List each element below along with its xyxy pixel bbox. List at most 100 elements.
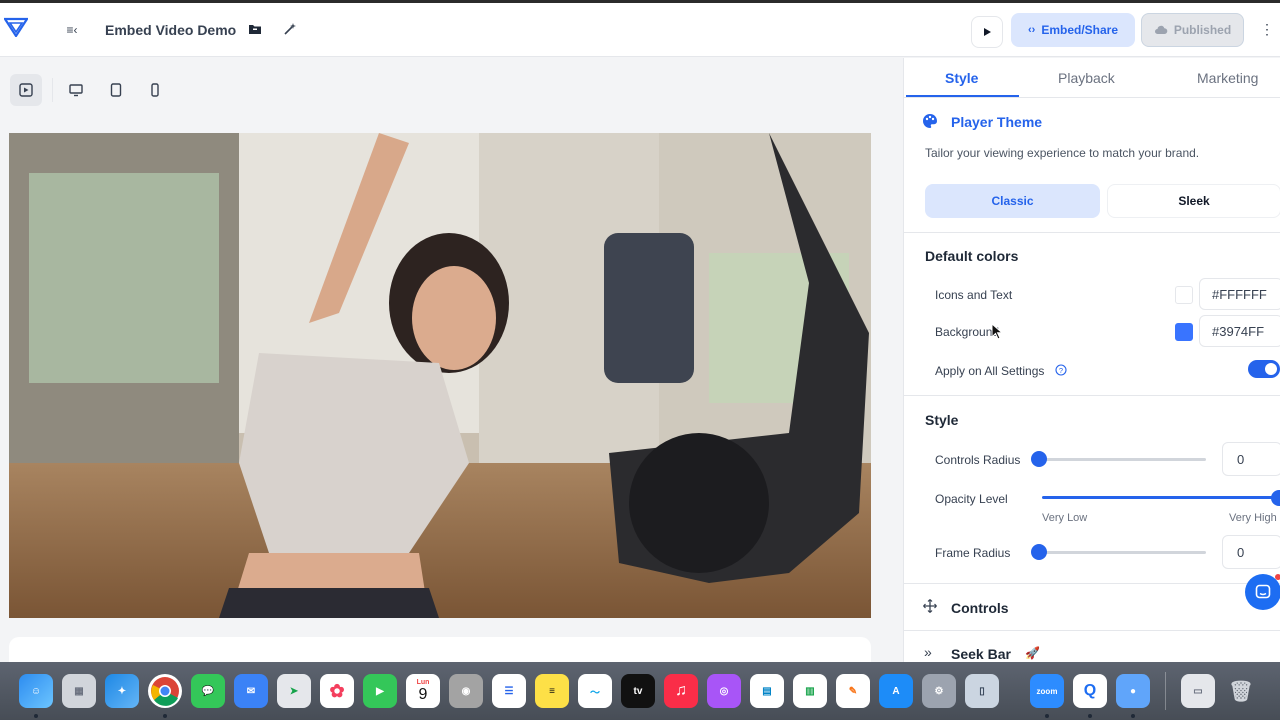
notes-icon[interactable]: ≡ xyxy=(535,674,569,708)
icons-text-color-swatch[interactable] xyxy=(1175,286,1193,304)
video-frame-image xyxy=(9,133,871,618)
apply-all-toggle[interactable] xyxy=(1248,360,1280,378)
video-player-preview[interactable] xyxy=(9,133,871,618)
folder-icon[interactable] xyxy=(248,22,262,36)
tab-style[interactable]: Style xyxy=(945,70,978,86)
chrome-logo xyxy=(151,677,179,706)
background-color-input[interactable]: #3974FF xyxy=(1199,315,1280,347)
calendar-month: Lun xyxy=(416,678,430,686)
palette-icon xyxy=(923,114,937,128)
reminders-icon[interactable]: ☰ xyxy=(492,674,526,708)
frame-radius-slider-handle[interactable] xyxy=(1031,544,1047,560)
settings-tabs: Style Playback Marketing xyxy=(904,58,1280,98)
iphone-mirroring-icon[interactable]: ▯ xyxy=(965,674,999,708)
more-options-icon[interactable]: ⋮ xyxy=(1258,21,1276,41)
top-bar: ≡‹ Embed Video Demo ‹› Embed/Share Publi… xyxy=(0,3,1280,57)
launchpad-icon[interactable]: ▦ xyxy=(62,674,96,708)
theme-sleek-option[interactable]: Sleek xyxy=(1107,184,1280,218)
tab-marketing[interactable]: Marketing xyxy=(1197,70,1258,86)
mouse-cursor-icon xyxy=(991,323,1003,340)
collapse-sidebar-icon[interactable]: ≡‹ xyxy=(60,19,84,41)
app-logo-icon[interactable] xyxy=(4,17,28,37)
trash-icon[interactable]: 🗑 xyxy=(1224,674,1258,708)
preview-play-button[interactable] xyxy=(971,16,1003,48)
freeform-icon[interactable]: 〜 xyxy=(578,674,612,708)
opacity-level-slider[interactable] xyxy=(1042,496,1280,499)
magic-wand-icon[interactable] xyxy=(282,21,298,37)
preview-icon xyxy=(19,83,33,97)
toggle-knob xyxy=(1265,363,1277,375)
page-title[interactable]: Embed Video Demo xyxy=(105,22,236,38)
style-section-title: Style xyxy=(925,412,959,428)
help-icon[interactable]: ? xyxy=(1055,364,1067,376)
play-icon xyxy=(984,28,991,36)
photos-icon[interactable]: ✿ xyxy=(320,674,354,708)
maps-icon[interactable]: ➤ xyxy=(277,674,311,708)
mobile-icon xyxy=(151,83,159,97)
keynote-icon[interactable]: ▤ xyxy=(750,674,784,708)
divider xyxy=(904,630,1280,631)
settings-panel: Style Playback Marketing Player Theme Ta… xyxy=(903,58,1280,678)
support-chat-button[interactable] xyxy=(1245,574,1280,610)
divider xyxy=(904,583,1280,584)
podcasts-icon[interactable]: ◎ xyxy=(707,674,741,708)
default-colors-title: Default colors xyxy=(925,248,1019,264)
pages-icon[interactable]: ✎ xyxy=(836,674,870,708)
frame-radius-label: Frame Radius xyxy=(935,546,1011,560)
apple-tv-label: tv xyxy=(633,685,643,697)
apple-tv-icon[interactable]: tv xyxy=(621,674,655,708)
tab-playback[interactable]: Playback xyxy=(1058,70,1115,86)
preview-mode-button[interactable] xyxy=(10,74,42,106)
mobile-view-button[interactable] xyxy=(139,74,171,106)
controls-section-title[interactable]: Controls xyxy=(951,600,1009,616)
screen-recorder-icon[interactable]: ● xyxy=(1116,674,1150,708)
published-label: Published xyxy=(1173,23,1232,37)
rocket-icon: 🚀 xyxy=(1025,646,1040,660)
calendar-icon[interactable]: Lun 9 xyxy=(406,674,440,708)
seek-bar-expand-icon[interactable]: » xyxy=(924,644,932,660)
messages-icon[interactable]: 💬 xyxy=(191,674,225,708)
background-color-swatch[interactable] xyxy=(1175,323,1193,341)
opacity-low-label: Very Low xyxy=(1042,512,1088,524)
active-tab-indicator xyxy=(906,95,1019,97)
facetime-icon[interactable]: ▶ xyxy=(363,674,397,708)
player-theme-title[interactable]: Player Theme xyxy=(951,114,1042,130)
opacity-level-slider-handle[interactable] xyxy=(1271,490,1280,506)
icons-text-label: Icons and Text xyxy=(935,288,1013,302)
numbers-icon[interactable]: ▥ xyxy=(793,674,827,708)
theme-classic-option[interactable]: Classic xyxy=(925,184,1100,218)
controls-radius-slider-handle[interactable] xyxy=(1031,451,1047,467)
desktop-view-button[interactable] xyxy=(60,74,92,106)
cloud-icon xyxy=(1154,25,1168,34)
tablet-view-button[interactable] xyxy=(100,74,132,106)
app-store-icon[interactable]: A xyxy=(879,674,913,708)
quicktime-icon[interactable]: Q xyxy=(1073,674,1107,708)
frame-radius-input[interactable]: 0 xyxy=(1222,535,1280,569)
controls-radius-slider[interactable] xyxy=(1038,458,1206,461)
opacity-level-label: Opacity Level xyxy=(935,492,1008,506)
apply-all-label: Apply on All Settings xyxy=(935,364,1045,378)
chrome-icon[interactable] xyxy=(148,674,182,708)
zoom-icon[interactable]: zoom xyxy=(1030,674,1064,708)
embed-share-button[interactable]: ‹› Embed/Share xyxy=(1011,13,1135,47)
music-icon[interactable]: ♫ xyxy=(664,674,698,708)
published-button[interactable]: Published xyxy=(1141,13,1244,47)
controls-radius-input[interactable]: 0 xyxy=(1222,442,1280,476)
divider xyxy=(904,395,1280,396)
finder-icon[interactable]: ☺ xyxy=(19,674,53,708)
safari-icon[interactable]: ✦ xyxy=(105,674,139,708)
opacity-high-label: Very High xyxy=(1229,512,1277,524)
downloads-stack-icon[interactable]: ▭ xyxy=(1181,674,1215,708)
dock-separator xyxy=(1165,672,1166,710)
zoom-label: zoom xyxy=(1036,686,1058,696)
system-settings-icon[interactable]: ⚙ xyxy=(922,674,956,708)
contacts-icon[interactable]: ◉ xyxy=(449,674,483,708)
divider xyxy=(904,232,1280,233)
running-indicator xyxy=(1045,714,1049,718)
seek-bar-section-title[interactable]: Seek Bar xyxy=(951,646,1011,662)
tablet-icon xyxy=(110,83,122,97)
frame-radius-slider[interactable] xyxy=(1038,551,1206,554)
device-preview-toolbar xyxy=(0,58,903,122)
icons-text-color-input[interactable]: #FFFFFF xyxy=(1199,278,1280,310)
mail-icon[interactable]: ✉ xyxy=(234,674,268,708)
